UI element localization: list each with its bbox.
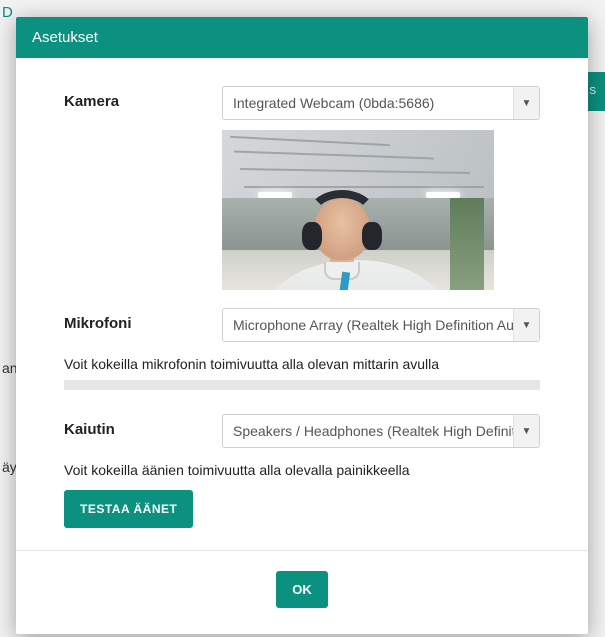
speaker-row: Kaiutin Speakers / Headphones (Realtek H… [64, 414, 540, 448]
camera-field: Integrated Webcam (0bda:5686) ▼ [222, 86, 540, 290]
modal-footer: OK [16, 550, 588, 634]
microphone-select[interactable]: Microphone Array (Realtek High Definitio… [222, 308, 540, 342]
microphone-select-wrap[interactable]: Microphone Array (Realtek High Definitio… [222, 308, 540, 342]
speaker-help-text: Voit kokeilla äänien toimivuutta alla ol… [64, 462, 540, 478]
camera-select[interactable]: Integrated Webcam (0bda:5686) [222, 86, 540, 120]
speaker-select[interactable]: Speakers / Headphones (Realtek High Defi… [222, 414, 540, 448]
test-sound-button[interactable]: TESTAA ÄÄNET [64, 490, 193, 528]
modal-title: Asetukset [32, 29, 98, 46]
speaker-select-wrap[interactable]: Speakers / Headphones (Realtek High Defi… [222, 414, 540, 448]
speaker-label: Kaiutin [64, 414, 222, 438]
camera-row: Kamera Integrated Webcam (0bda:5686) ▼ [64, 86, 540, 290]
microphone-label: Mikrofoni [64, 308, 222, 332]
microphone-level-meter [64, 380, 540, 390]
microphone-field: Microphone Array (Realtek High Definitio… [222, 308, 540, 342]
modal-header: Asetukset [16, 17, 588, 58]
bg-fragment-ay: äy [2, 459, 17, 475]
settings-modal: Asetukset Kamera Integrated Webcam (0bda… [16, 17, 588, 634]
bg-fragment-d: D [2, 4, 13, 21]
microphone-help-text: Voit kokeilla mikrofonin toimivuutta all… [64, 356, 540, 372]
modal-body: Kamera Integrated Webcam (0bda:5686) ▼ [16, 58, 588, 550]
ok-button[interactable]: OK [276, 571, 328, 608]
camera-preview [222, 130, 494, 290]
microphone-row: Mikrofoni Microphone Array (Realtek High… [64, 308, 540, 342]
speaker-field: Speakers / Headphones (Realtek High Defi… [222, 414, 540, 448]
camera-label: Kamera [64, 86, 222, 110]
camera-select-wrap[interactable]: Integrated Webcam (0bda:5686) ▼ [222, 86, 540, 120]
